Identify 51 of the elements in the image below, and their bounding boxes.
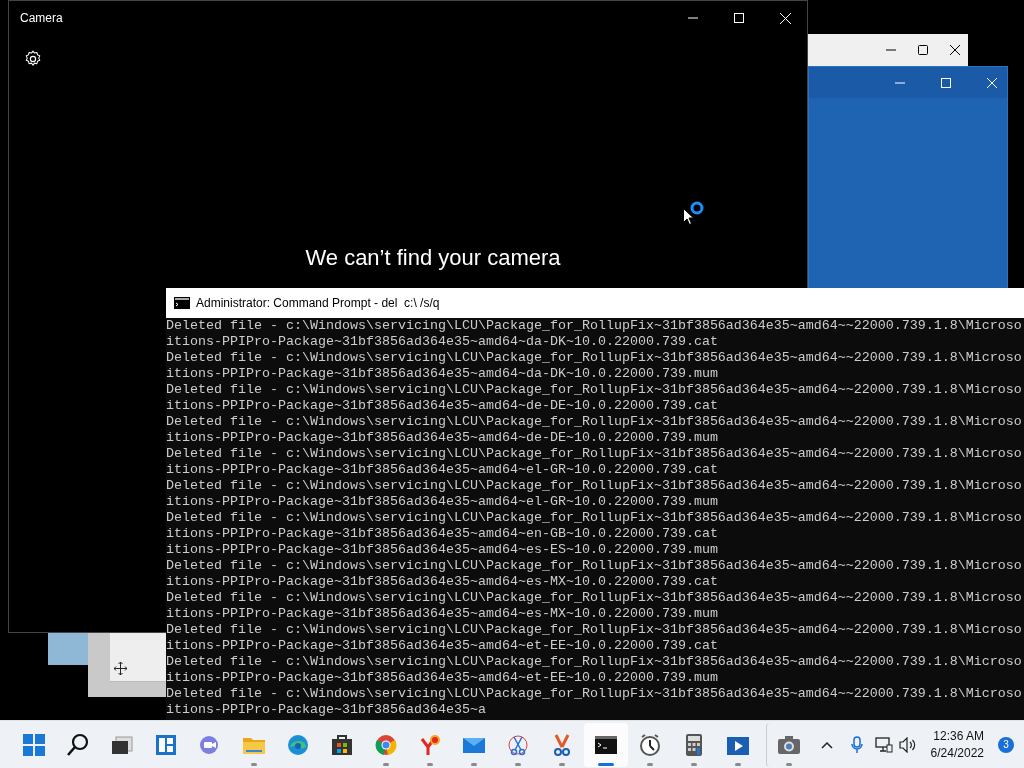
console-line: itions-PPIPro-Package~31bf3856ad364e35~amd64~es-MX~10.0.22000.739.mum bbox=[166, 606, 718, 622]
console-line: Deleted file - c:\Windows\servicing\LCU\Package_for_RollupFix~31bf3856ad364e35~amd64~~22000.739.1.8\Microso bbox=[166, 558, 1022, 574]
error-heading: We can’t find your camera bbox=[304, 244, 562, 272]
console-line: itions-PPIPro-Package~31bf3856ad364e35~amd64~et-EE~10.0.22000.739.mum bbox=[166, 670, 718, 686]
console-line: itions-PPIPro-Package~31bf3856ad364e35~amd64~el-GR~10.0.22000.739.cat bbox=[166, 462, 718, 478]
console-line: Deleted file - c:\Windows\servicing\LCU\Package_for_RollupFix~31bf3856ad364e35~amd64~~22000.739.1.8\Microso bbox=[166, 382, 1022, 398]
console-line: itions-PPIPro-Package~31bf3856ad364e35~amd64~de-DE~10.0.22000.739.mum bbox=[166, 430, 718, 446]
move-icon bbox=[114, 662, 127, 675]
scissors-icon[interactable] bbox=[506, 732, 530, 757]
console-line: Deleted file - c:\Windows\servicing\LCU\Package_for_RollupFix~31bf3856ad364e35~amd64~~22000.739.1.8\Microso bbox=[166, 414, 1022, 430]
clock-date[interactable]: 6/24/2022 bbox=[930, 744, 984, 762]
window-title: Camera bbox=[20, 10, 63, 27]
clock-icon[interactable] bbox=[638, 732, 662, 757]
browser-icon[interactable] bbox=[418, 732, 442, 757]
console-line: Deleted file - c:\Windows\servicing\LCU\Package_for_RollupFix~31bf3856ad364e35~amd64~~22000.739.1.8\Microso bbox=[166, 686, 1022, 702]
browser-icon[interactable] bbox=[286, 732, 310, 757]
console-line: itions-PPIPro-Package~31bf3856ad364e35~amd64~en-GB~10.0.22000.739.cat bbox=[166, 526, 718, 542]
console-line: itions-PPIPro-Package~31bf3856ad364e35~amd64~de-DE~10.0.22000.739.cat bbox=[166, 398, 718, 414]
volume-icon[interactable] bbox=[898, 736, 917, 753]
settings-icon[interactable] bbox=[24, 50, 42, 68]
console-line: Deleted file - c:\Windows\servicing\LCU\Package_for_RollupFix~31bf3856ad364e35~amd64~~22000.739.1.8\Microso bbox=[166, 654, 1022, 670]
console-line: itions-PPIPro-Package~31bf3856ad364e35~amd64~da-DK~10.0.22000.739.cat bbox=[166, 334, 718, 350]
maximize-icon[interactable] bbox=[918, 45, 928, 55]
console-line: itions-PPIPro-Package~31bf3856ad364e35~amd64~es-ES~10.0.22000.739.mum bbox=[166, 542, 718, 558]
loading-spinner-icon bbox=[690, 201, 704, 215]
console-line: itions-PPIPro-Package~31bf3856ad364e35~amd64~es-MX~10.0.22000.739.cat bbox=[166, 574, 718, 590]
windows-logo-icon[interactable] bbox=[22, 732, 46, 757]
console-line: Deleted file - c:\Windows\servicing\LCU\Package_for_RollupFix~31bf3856ad364e35~amd64~~22000.739.1.8\Microso bbox=[166, 446, 1022, 462]
mouse-pointer-icon bbox=[683, 208, 693, 225]
microphone-icon[interactable] bbox=[850, 735, 863, 754]
browser-icon[interactable] bbox=[374, 732, 398, 757]
search-icon[interactable] bbox=[66, 732, 90, 757]
console-line: Deleted file - c:\Windows\servicing\LCU\Package_for_RollupFix~31bf3856ad364e35~amd64~~22000.739.1.8\Microso bbox=[166, 478, 1022, 494]
console-line: Deleted file - c:\Windows\servicing\LCU\Package_for_RollupFix~31bf3856ad364e35~amd64~~22000.739.1.8\Microso bbox=[166, 318, 1022, 334]
console-line: Deleted file - c:\Windows\servicing\LCU\Package_for_RollupFix~31bf3856ad364e35~amd64~~22000.739.1.8\Microso bbox=[166, 350, 1022, 366]
console-line: Deleted file - c:\Windows\servicing\LCU\Package_for_RollupFix~31bf3856ad364e35~amd64~~22000.739.1.8\Microso bbox=[166, 510, 1022, 526]
console-line: itions-PPIPro-Package~31bf3856ad364e35~amd64~et-EE~10.0.22000.739.cat bbox=[166, 638, 718, 654]
console-line: Deleted file - c:\Windows\servicing\LCU\Package_for_RollupFix~31bf3856ad364e35~amd64~~22000.739.1.8\Microso bbox=[166, 590, 1022, 606]
clock-time[interactable]: 12:36 AM bbox=[933, 727, 984, 745]
notification-badge[interactable]: 3 bbox=[998, 736, 1014, 753]
console-line: Deleted file - c:\Windows\servicing\LCU\Package_for_RollupFix~31bf3856ad364e35~amd64~~22000.739.1.8\Microso bbox=[166, 622, 1022, 638]
window-title: Administrator: Command Prompt - del c:\ /s/q bbox=[196, 295, 440, 312]
shopping-bag-icon[interactable] bbox=[330, 732, 354, 757]
close-icon[interactable] bbox=[950, 45, 960, 55]
chevron-up-icon[interactable] bbox=[820, 740, 833, 749]
console-line: itions-PPIPro-Package~31bf3856ad364e35~amd64~el-GR~10.0.22000.739.mum bbox=[166, 494, 718, 510]
terminal-icon bbox=[174, 297, 190, 309]
widgets-icon[interactable] bbox=[154, 732, 178, 757]
console-line: itions-PPIPro-Package~31bf3856ad364e35~a bbox=[166, 702, 486, 718]
network-icon[interactable] bbox=[874, 736, 893, 753]
console-line: itions-PPIPro-Package~31bf3856ad364e35~amd64~da-DK~10.0.22000.739.mum bbox=[166, 366, 718, 382]
